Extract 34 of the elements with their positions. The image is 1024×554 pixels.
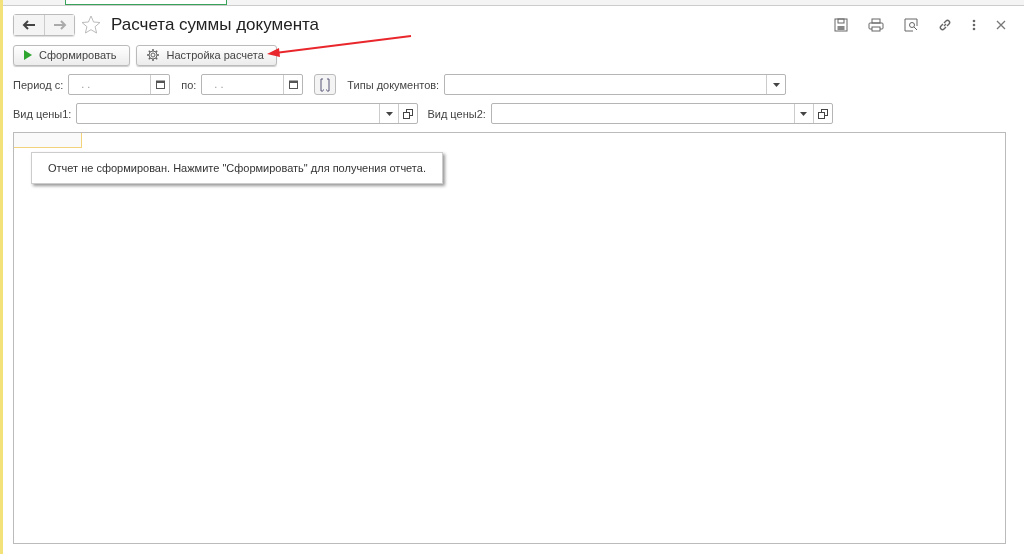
document-types-label: Типы документов: — [347, 78, 440, 91]
generate-button[interactable]: Сформировать — [13, 44, 130, 66]
link-icon[interactable] — [938, 18, 952, 32]
open-icon[interactable] — [817, 108, 828, 119]
open-icon[interactable] — [403, 108, 414, 119]
back-arrow-icon — [22, 20, 36, 30]
back-button[interactable] — [14, 15, 44, 35]
play-icon — [23, 50, 32, 60]
document-types-field[interactable] — [444, 74, 787, 95]
calendar-icon[interactable] — [155, 80, 165, 89]
price-type-2-field[interactable] — [490, 103, 833, 124]
period-button[interactable] — [314, 74, 337, 95]
price-type-1-field[interactable] — [76, 103, 419, 124]
dropdown-icon[interactable] — [385, 111, 393, 116]
save-icon[interactable] — [834, 18, 848, 32]
settings-button[interactable]: Настройка расчета — [135, 44, 277, 66]
close-icon[interactable] — [996, 20, 1006, 30]
dropdown-icon[interactable] — [772, 82, 780, 87]
gear-icon — [145, 48, 160, 62]
more-icon[interactable] — [972, 18, 976, 32]
period-icon — [320, 77, 331, 92]
selected-cell[interactable] — [14, 133, 82, 148]
report-message: Отчет не сформирован. Нажмите "Сформировать" для получения отчета. — [31, 152, 443, 184]
forward-arrow-icon — [52, 20, 67, 30]
price-type-2-label: Вид цены2: — [427, 107, 486, 120]
print-icon[interactable] — [868, 18, 884, 32]
price-type-1-label: Вид цены1: — [13, 107, 72, 120]
period-from-label: Период с: — [13, 78, 64, 91]
dropdown-icon[interactable] — [800, 111, 808, 116]
period-to-label: по: — [181, 78, 197, 91]
calendar-icon[interactable] — [288, 80, 298, 89]
window-title: Расчета суммы документа — [111, 15, 320, 35]
preview-icon[interactable] — [904, 18, 918, 32]
star-icon[interactable] — [81, 15, 101, 35]
